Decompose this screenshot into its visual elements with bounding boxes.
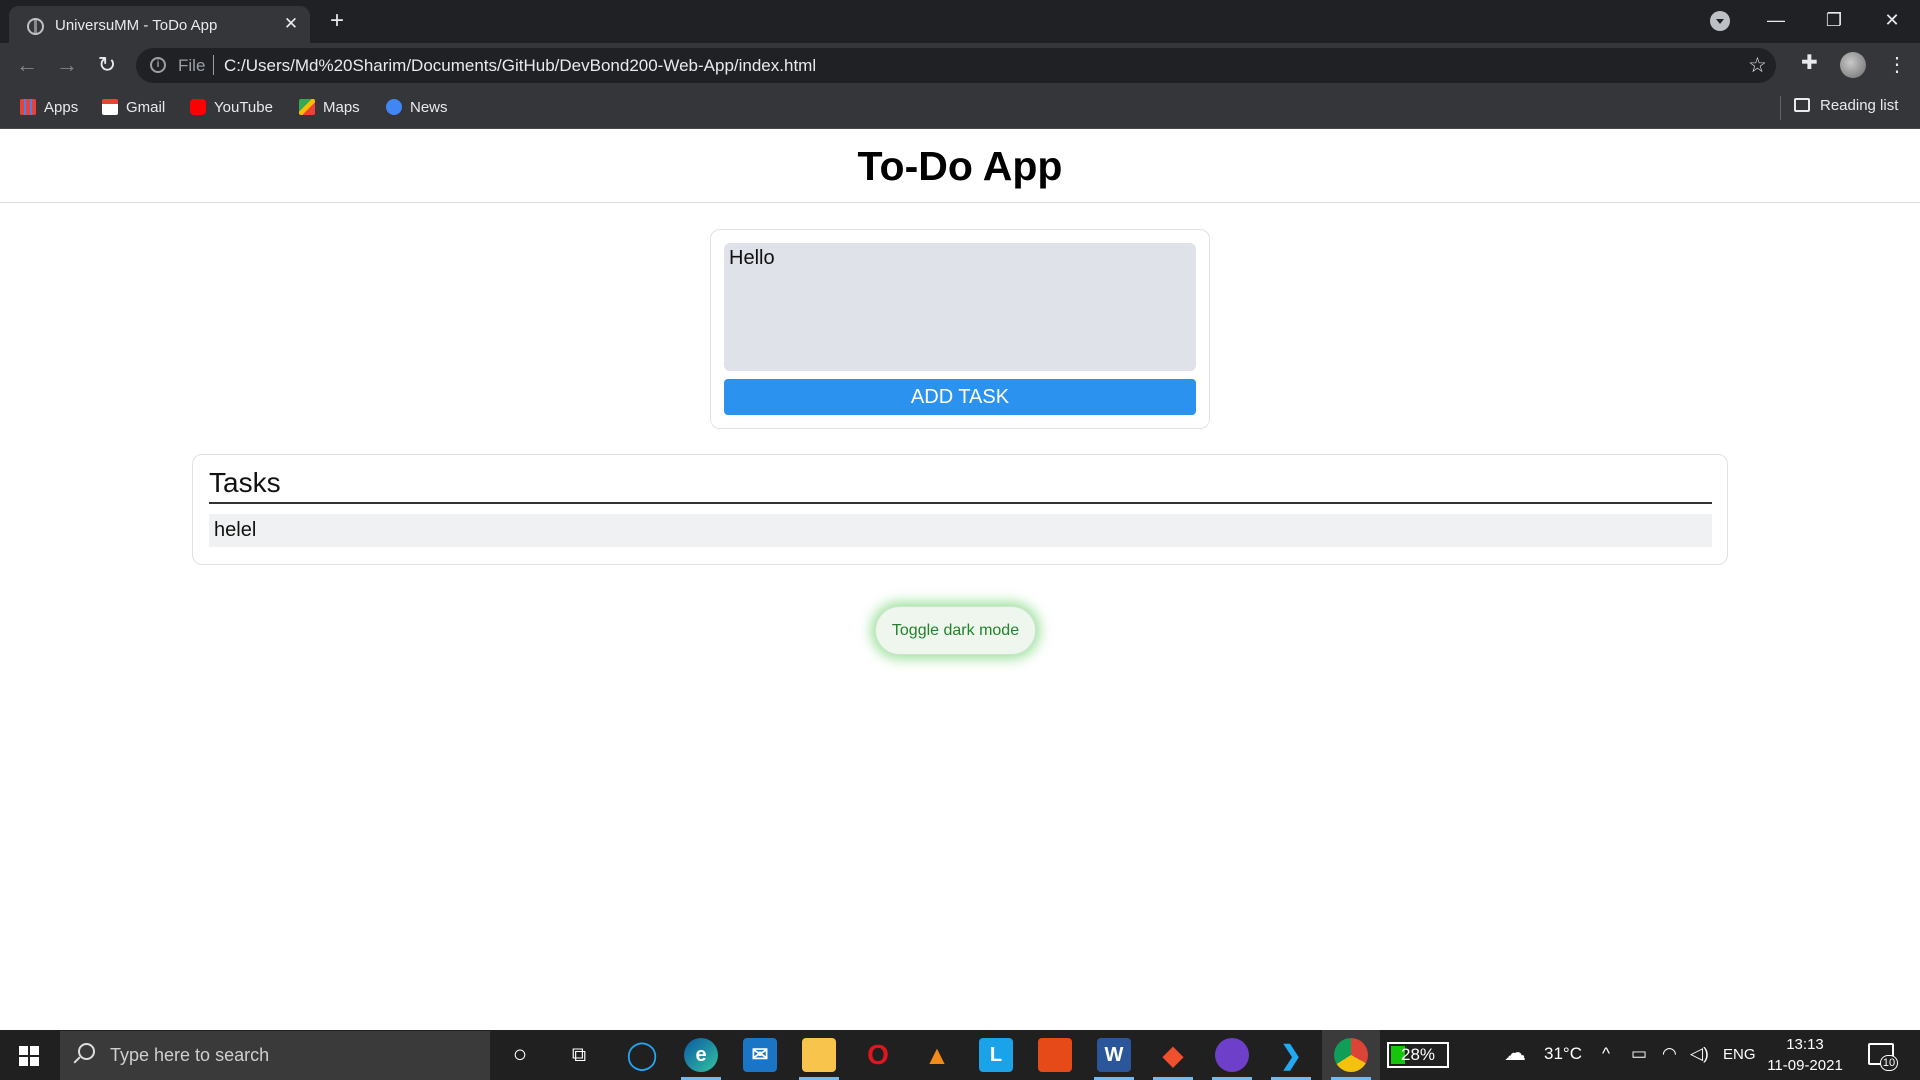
wifi-icon[interactable]: ◠ <box>1662 1044 1677 1064</box>
launcher-l-icon[interactable]: L <box>979 1038 1013 1072</box>
info-icon[interactable]: i <box>150 57 166 73</box>
kebab-menu-icon[interactable]: ⋮ <box>1887 52 1907 78</box>
bookmark-label: Apps <box>44 99 79 116</box>
battery-tray-icon[interactable]: ▭ <box>1631 1044 1647 1064</box>
app-header: To-Do App <box>0 129 1920 203</box>
minimize-icon[interactable]: — <box>1748 0 1804 40</box>
browser-tab[interactable]: UniversuMM - ToDo App ✕ <box>9 6 310 43</box>
temperature[interactable]: 31°C <box>1544 1044 1582 1064</box>
address-separator <box>213 55 214 75</box>
address-bar[interactable]: i File C:/Users/Md%20Sharim/Documents/Gi… <box>136 48 1776 83</box>
git-icon[interactable]: ◆ <box>1156 1038 1190 1072</box>
close-window-icon[interactable]: ✕ <box>1864 0 1920 40</box>
bookmark-youtube[interactable]: YouTube <box>190 97 273 119</box>
youtube-icon <box>190 99 206 115</box>
task-input[interactable]: Hello <box>724 243 1196 371</box>
reload-icon[interactable]: ↻ <box>93 51 121 79</box>
bookmark-gmail[interactable]: Gmail <box>102 97 165 119</box>
cortana-icon[interactable]: ○ <box>503 1038 537 1072</box>
cortana-ring-icon[interactable]: ◯ <box>625 1038 659 1072</box>
weather-cloud-icon[interactable]: ☁ <box>1504 1040 1526 1066</box>
github-desktop-icon[interactable] <box>1215 1038 1249 1072</box>
bookmark-star-icon[interactable]: ☆ <box>1748 53 1767 78</box>
news-icon <box>386 99 402 115</box>
tab-search-icon[interactable] <box>1710 11 1730 31</box>
gmail-icon <box>102 99 118 115</box>
bookmarks-bar: Apps Gmail YouTube Maps News <box>0 88 1920 129</box>
tab-title: UniversuMM - ToDo App <box>55 17 218 34</box>
profile-avatar[interactable] <box>1840 52 1866 78</box>
add-task-button[interactable]: ADD TASK <box>724 379 1196 415</box>
reading-list-label: Reading list <box>1820 97 1899 114</box>
vscode-icon[interactable]: ❯ <box>1274 1038 1308 1072</box>
mail-icon[interactable]: ✉ <box>743 1038 777 1072</box>
taskbar: Type here to search ○ ⧉ ◯ e ✉ O ▲ L W ◆ … <box>0 1030 1920 1080</box>
back-icon[interactable]: ← <box>13 51 41 79</box>
list-item[interactable]: helel <box>209 514 1712 547</box>
clock-date: 11-09-2021 <box>1767 1057 1843 1074</box>
apps-grid-icon <box>20 99 36 115</box>
opera-icon[interactable]: O <box>861 1038 895 1072</box>
taskbar-search[interactable]: Type here to search <box>60 1031 490 1080</box>
globe-icon <box>27 18 44 35</box>
chrome-icon[interactable] <box>1334 1038 1368 1072</box>
bookmark-label: Gmail <box>126 99 166 116</box>
task-view-icon[interactable]: ⧉ <box>562 1038 596 1072</box>
address-scheme: File <box>178 56 206 75</box>
bookmarks-divider <box>1780 96 1781 120</box>
new-tab-button[interactable]: + <box>324 8 350 34</box>
edge-icon[interactable]: e <box>684 1038 718 1072</box>
bookmark-label: YouTube <box>214 99 273 116</box>
clock-time: 13:13 <box>1786 1036 1824 1053</box>
notification-count-badge: 10 <box>1880 1055 1898 1071</box>
page-title: To-Do App <box>857 143 1063 189</box>
page-content: To-Do App Hello ADD TASK Tasks helel Tog… <box>0 129 1920 1030</box>
forward-icon[interactable]: → <box>53 51 81 79</box>
maps-icon <box>299 99 315 115</box>
windows-start-icon[interactable] <box>19 1046 39 1066</box>
search-placeholder: Type here to search <box>110 1045 270 1065</box>
chevron-up-icon[interactable]: ^ <box>1602 1044 1610 1064</box>
tasks-divider <box>209 502 1712 504</box>
battery-indicator[interactable]: 28% <box>1387 1042 1449 1068</box>
volume-icon[interactable]: ◁) <box>1690 1044 1709 1064</box>
restore-icon[interactable]: ❐ <box>1806 0 1862 40</box>
file-explorer-icon[interactable] <box>802 1038 836 1072</box>
office-icon[interactable] <box>1038 1038 1072 1072</box>
vlc-icon[interactable]: ▲ <box>920 1038 954 1072</box>
bookmark-news[interactable]: News <box>386 97 448 119</box>
bookmark-label: Maps <box>323 99 360 116</box>
tab-strip: UniversuMM - ToDo App ✕ + — ❐ ✕ <box>0 0 1920 43</box>
bookmark-maps[interactable]: Maps <box>299 97 360 119</box>
reading-list-icon <box>1794 98 1810 112</box>
tasks-card: Tasks helel <box>192 454 1728 565</box>
reading-list-button[interactable]: Reading list <box>1794 97 1898 114</box>
bookmark-apps[interactable]: Apps <box>20 97 78 119</box>
battery-percent: 28% <box>1400 1045 1436 1064</box>
system-clock[interactable]: 13:13 11-09-2021 <box>1760 1034 1850 1076</box>
toggle-dark-mode-button[interactable]: Toggle dark mode <box>875 606 1036 655</box>
word-icon[interactable]: W <box>1097 1038 1131 1072</box>
bookmark-label: News <box>410 99 448 116</box>
browser-toolbar: ← → ↻ i File C:/Users/Md%20Sharim/Docume… <box>0 43 1920 88</box>
close-tab-icon[interactable]: ✕ <box>279 12 303 36</box>
search-icon <box>78 1043 95 1060</box>
extensions-puzzle-icon[interactable]: ✚ <box>1801 53 1821 73</box>
language-indicator[interactable]: ENG <box>1723 1046 1756 1063</box>
task-form-card: Hello ADD TASK <box>710 229 1210 429</box>
tasks-heading: Tasks <box>209 467 281 498</box>
url-text[interactable]: C:/Users/Md%20Sharim/Documents/GitHub/De… <box>224 56 816 76</box>
